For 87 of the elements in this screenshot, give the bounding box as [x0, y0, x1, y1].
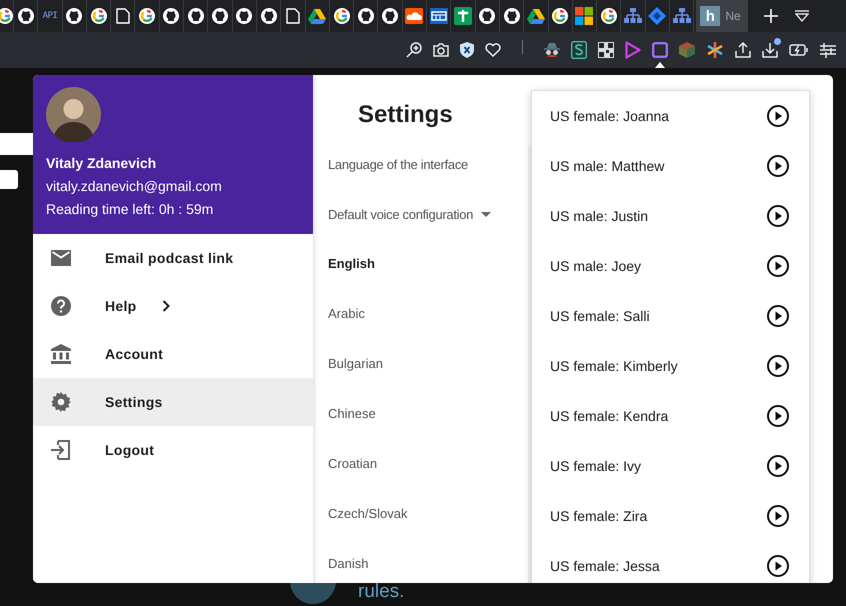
cloud-icon [405, 8, 424, 24]
help-icon [51, 296, 71, 316]
voice-dropdown[interactable]: Default voice configuration [328, 206, 492, 222]
play-icon[interactable] [767, 405, 789, 427]
language-option[interactable]: Croatian [328, 439, 528, 489]
google-icon [139, 8, 156, 24]
drive-icon [526, 8, 545, 24]
reading-time: Reading time left: 0h : 59m [46, 201, 214, 219]
tab-icon-button[interactable] [402, 0, 428, 32]
settings-title: Settings [358, 101, 454, 130]
github-icon [188, 8, 204, 24]
tab-icon-button[interactable] [0, 0, 14, 32]
page-input[interactable] [0, 170, 18, 189]
diamond-icon [648, 7, 666, 25]
github-icon [18, 8, 34, 24]
play-icon[interactable] [767, 305, 789, 327]
sitemap-icon [624, 8, 642, 24]
voice-option[interactable]: US female: Ivy [550, 458, 642, 474]
play-icon[interactable] [767, 355, 789, 377]
play-icon[interactable] [767, 555, 789, 577]
github-icon [382, 8, 398, 24]
github-icon [479, 8, 496, 24]
play-icon[interactable] [767, 155, 789, 177]
language-option[interactable]: Danish [328, 539, 528, 583]
voice-option[interactable]: US female: Kimberly [550, 358, 678, 374]
play-icon[interactable] [767, 505, 789, 527]
tab-title: Ne [725, 9, 741, 23]
page-text: rules. [358, 581, 404, 603]
voice-option[interactable]: US male: Joey [550, 258, 642, 274]
play-icon[interactable] [767, 205, 789, 227]
voice-option[interactable]: US female: Salli [550, 308, 650, 324]
chevron-icon [162, 300, 170, 312]
drive-icon [308, 8, 326, 24]
windows-icon [575, 7, 594, 25]
voice-option[interactable]: US female: Zira [550, 508, 648, 524]
voice-option[interactable]: US male: Justin [550, 208, 648, 224]
language-option[interactable]: Arabic [328, 289, 528, 339]
document-icon [116, 8, 130, 24]
voice-option[interactable]: US female: Kendra [550, 408, 668, 424]
voice-option[interactable]: US male: Matthew [550, 158, 664, 174]
caret-icon [481, 212, 492, 216]
browser-tab[interactable]: h Ne [696, 0, 748, 32]
google-icon [552, 8, 568, 24]
api-icon: API [42, 11, 58, 21]
logout-icon [51, 440, 71, 460]
menu-item[interactable]: Logout [33, 426, 313, 474]
document-icon [286, 8, 300, 24]
google-icon [0, 8, 13, 24]
settings-icon [51, 392, 71, 412]
language-option[interactable]: Czech/Slovak [328, 489, 528, 539]
play-icon[interactable] [767, 105, 789, 127]
google-icon [600, 8, 617, 24]
google-icon [90, 8, 107, 24]
github-icon [236, 8, 252, 24]
menu-item[interactable]: Help [33, 282, 313, 330]
language-option[interactable]: Chinese [328, 389, 528, 439]
tab-icon-button[interactable] [427, 0, 452, 32]
tab-menu-icon[interactable] [795, 10, 810, 22]
voice-option[interactable]: US female: Jessa [550, 558, 660, 574]
sitemap-icon [672, 8, 691, 24]
mail-icon [51, 250, 71, 266]
plus-icon [454, 7, 472, 25]
setting-label: Language of the interface [328, 156, 468, 172]
google-icon [334, 8, 350, 24]
github-icon [163, 8, 180, 24]
site-icon: h [700, 6, 720, 26]
github-icon [358, 8, 374, 24]
bank-icon [51, 344, 71, 364]
tab-icon-button[interactable] [572, 0, 598, 32]
tab-icon-button[interactable] [451, 0, 476, 32]
menu-item[interactable]: Settings [33, 378, 313, 426]
github-icon [260, 8, 277, 24]
menu-item[interactable]: Email podcast link [33, 234, 313, 282]
github-icon [66, 8, 82, 24]
avatar-icon [46, 87, 101, 142]
voice-option[interactable]: US female: Joanna [550, 108, 670, 124]
user-name: Vitaly Zdanevich [46, 155, 158, 173]
play-icon[interactable] [767, 455, 789, 477]
language-option[interactable]: English [328, 239, 528, 289]
github-icon [504, 8, 520, 24]
play-icon[interactable] [767, 255, 789, 277]
menu-item[interactable]: Account [33, 330, 313, 378]
github-icon [212, 8, 228, 24]
user-email: vitaly.zdanevich@gmail.com [46, 178, 223, 196]
language-option[interactable]: Bulgarian [328, 339, 528, 389]
grid-icon [430, 8, 448, 24]
new-tab-icon[interactable] [764, 9, 778, 23]
